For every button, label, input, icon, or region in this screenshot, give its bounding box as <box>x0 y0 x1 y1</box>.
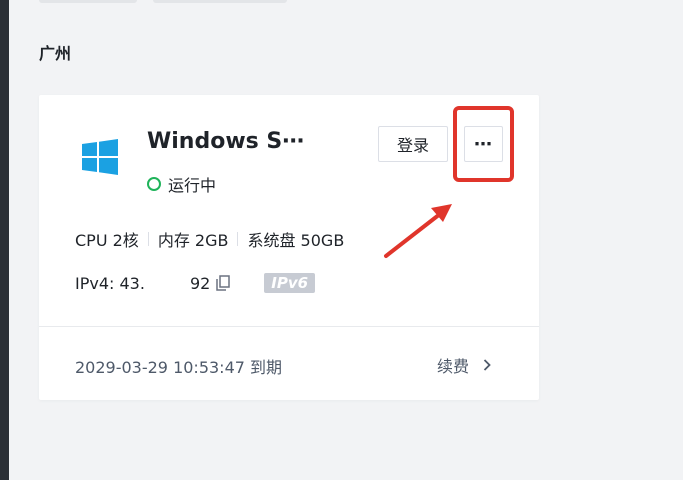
spec-divider <box>237 232 239 246</box>
spec-cpu: CPU 2核 <box>75 231 139 250</box>
ip-redaction <box>144 273 190 293</box>
annotation-highlight-box <box>453 106 514 182</box>
top-tab-1[interactable] <box>39 0 137 3</box>
left-edge-panel <box>0 0 9 480</box>
copy-icon[interactable] <box>216 275 231 291</box>
login-button[interactable]: 登录 <box>378 126 448 162</box>
instance-specs: CPU 2核 内存 2GB 系统盘 50GB <box>75 227 344 251</box>
status-label: 运行中 <box>168 176 217 195</box>
spec-divider <box>147 232 149 246</box>
chevron-right-icon <box>483 359 491 371</box>
instance-status: 运行中 <box>147 172 216 196</box>
top-tab-2[interactable] <box>153 0 287 3</box>
renew-link[interactable]: 续费 <box>437 353 491 377</box>
renew-label: 续费 <box>437 357 470 376</box>
instance-name[interactable]: Windows S⋯ <box>147 129 304 154</box>
spec-disk: 系统盘 50GB <box>247 231 345 250</box>
ipv4-prefix: IPv4: 43. <box>75 273 145 293</box>
windows-logo-icon <box>82 139 118 175</box>
ipv4-suffix: 92 <box>189 273 211 293</box>
status-running-icon <box>147 177 161 191</box>
region-title: 广州 <box>39 44 72 63</box>
spec-memory: 内存 2GB <box>157 231 229 250</box>
card-divider <box>39 326 539 327</box>
ipv6-badge: IPv6 <box>264 273 316 293</box>
ip-row: IPv4: 43. 92 IPv6 <box>75 273 316 293</box>
expire-date: 2029-03-29 10:53:47 到期 <box>75 358 283 377</box>
instance-card: Windows S⋯ 运行中 登录 ⋯ CPU 2核 内存 2GB 系统盘 50… <box>39 95 539 400</box>
